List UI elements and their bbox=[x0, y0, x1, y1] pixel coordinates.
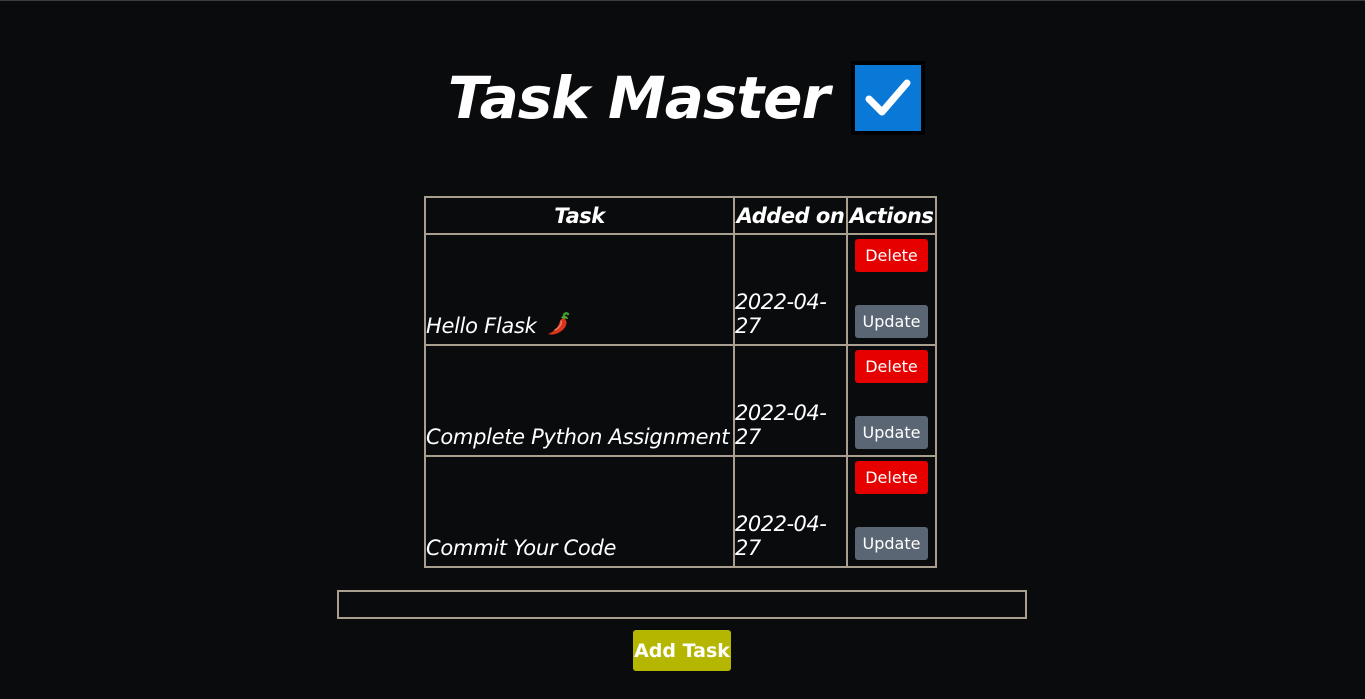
table-header-row: Task Added on Actions bbox=[424, 196, 937, 235]
chili-pepper-icon bbox=[545, 310, 573, 338]
header: Task Master bbox=[0, 61, 1365, 135]
actions-cell: Delete Update bbox=[846, 233, 937, 346]
table-row: Hello Flask 2022-04-27 Delete Update bbox=[424, 233, 937, 346]
task-cell: Commit Your Code bbox=[424, 455, 735, 568]
column-header-task: Task bbox=[424, 196, 735, 235]
date-cell: 2022-04-27 bbox=[733, 233, 848, 346]
column-header-added-on: Added on bbox=[733, 196, 848, 235]
task-name: Complete Python Assignment bbox=[426, 425, 730, 449]
date-cell: 2022-04-27 bbox=[733, 455, 848, 568]
add-task-button[interactable]: Add Task bbox=[633, 630, 731, 671]
checkbox-checked-icon bbox=[851, 61, 926, 135]
task-name: Commit Your Code bbox=[426, 536, 617, 560]
task-input[interactable] bbox=[337, 590, 1027, 619]
delete-button[interactable]: Delete bbox=[855, 239, 928, 272]
page: Task Master Task Added on Actions Hello … bbox=[0, 0, 1365, 699]
update-button[interactable]: Update bbox=[855, 305, 928, 338]
tasks-table: Task Added on Actions Hello Flask 2022-0… bbox=[424, 196, 937, 568]
delete-button[interactable]: Delete bbox=[855, 350, 928, 383]
column-header-actions: Actions bbox=[846, 196, 937, 235]
actions-cell: Delete Update bbox=[846, 344, 937, 457]
update-button[interactable]: Update bbox=[855, 416, 928, 449]
delete-button[interactable]: Delete bbox=[855, 461, 928, 494]
page-title: Task Master bbox=[447, 64, 830, 132]
task-name: Hello Flask bbox=[426, 314, 537, 338]
actions-cell: Delete Update bbox=[846, 455, 937, 568]
task-cell: Complete Python Assignment bbox=[424, 344, 735, 457]
date-cell: 2022-04-27 bbox=[733, 344, 848, 457]
table-row: Commit Your Code 2022-04-27 Delete Updat… bbox=[424, 455, 937, 568]
table-row: Complete Python Assignment 2022-04-27 De… bbox=[424, 344, 937, 457]
task-cell: Hello Flask bbox=[424, 233, 735, 346]
update-button[interactable]: Update bbox=[855, 527, 928, 560]
